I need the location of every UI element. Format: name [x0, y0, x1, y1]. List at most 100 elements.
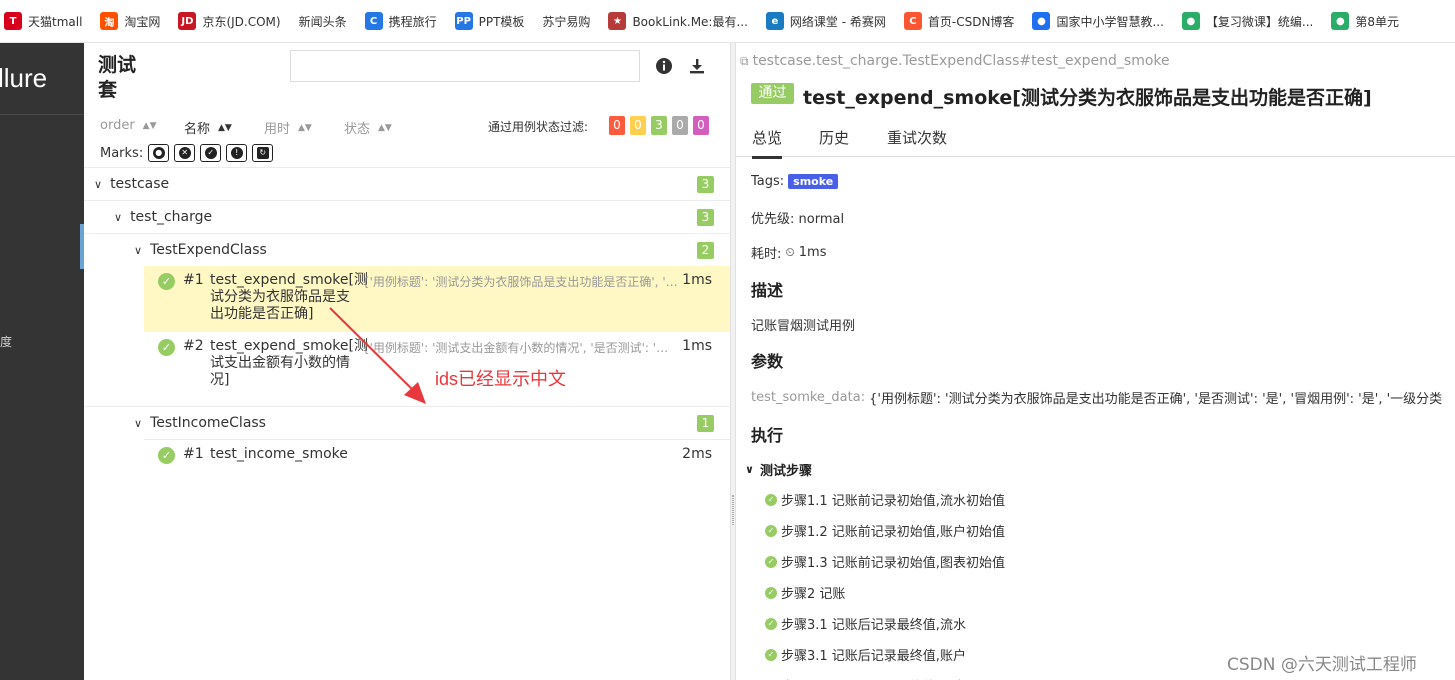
duration-value: 1ms: [798, 245, 827, 260]
bookmark-item[interactable]: 新闻头条: [299, 12, 347, 30]
execution-heading: 执行: [751, 426, 784, 445]
passed-check-icon: ✓: [158, 447, 175, 464]
tab-overview[interactable]: 总览: [752, 127, 783, 159]
step-item[interactable]: ✓步骤3.1 记账后记录最终值,图表: [765, 676, 966, 680]
wechat-icon: ●: [1181, 12, 1200, 30]
breadcrumb[interactable]: ⧉ testcase.test_charge.TestExpendClass#t…: [740, 53, 1170, 69]
passed-check-icon: ✓: [765, 617, 777, 630]
step-item[interactable]: ✓ 步骤2 记账: [765, 583, 845, 602]
suite-tree-panel: 测试套 order ▲▼ 名称 ▲▼ 用时 ▲▼ 状态 ▲▼ 通过用例状态过滤: 0 0…: [84, 43, 730, 680]
steps-section-toggle[interactable]: ∨ 测试步骤: [745, 460, 812, 479]
step-label: 步骤3.1 记账后记录最终值,流水: [781, 618, 966, 633]
case-number: #1: [183, 446, 204, 462]
parameters-heading: 参数: [751, 352, 784, 371]
passed-check-icon: ✓: [765, 648, 777, 661]
step-item[interactable]: ✓ 步骤3.1 记账后记录最终值,账户: [765, 645, 966, 664]
clock-icon: ⏲: [785, 245, 795, 259]
bookmark-item[interactable]: 淘淘宝网: [100, 12, 160, 30]
booklink-icon: ★: [608, 12, 627, 30]
bookmarks-bar: T 天猫tmall 淘淘宝网 JD 京东(JD.COM) 新闻头条 C 携程旅行 PP PPT模板…: [0, 0, 1455, 43]
bookmark-item[interactable]: 苏宁易购: [542, 12, 590, 30]
sidebar-divider: [0, 114, 84, 115]
tab-history[interactable]: 历史: [819, 127, 849, 156]
bookmark-label: 第8单元: [1355, 14, 1399, 29]
chevron-down-icon: ∨: [745, 463, 754, 476]
csdn-icon: C: [903, 12, 922, 30]
brand-logo: llure: [0, 63, 48, 93]
tag-badge: smoke: [788, 174, 839, 189]
priority-text: 优先级: normal: [751, 212, 845, 227]
bookmark-item[interactable]: ★ BookLink.Me:最有...: [608, 12, 748, 30]
edu-icon: ●: [1032, 12, 1051, 30]
step-label: 步骤3.1 记账后记录最终值,账户: [781, 649, 966, 664]
detail-tabs: 总览 历史 重试次数: [736, 123, 1455, 159]
csai-icon: e: [765, 12, 784, 30]
tab-retries[interactable]: 重试次数: [887, 127, 947, 156]
tags-row: Tags: smoke: [751, 174, 839, 189]
case-name: test_income_smoke: [210, 446, 348, 462]
splitter-grip-icon[interactable]: [732, 495, 734, 525]
status-badge: 通过: [751, 83, 794, 104]
bookmark-label: 国家中小学智慧教...: [1056, 14, 1164, 29]
bookmark-label: 淘宝网: [124, 14, 161, 29]
test-title: test_expend_smoke[测试分类为衣服饰品是支出功能是否正确]: [803, 87, 1372, 109]
bookmark-item[interactable]: e 网络课堂 - 希赛网: [765, 12, 886, 30]
passed-check-icon: ✓: [765, 555, 777, 568]
step-item[interactable]: ✓ 步骤3.1 记账后记录最终值,流水: [765, 614, 966, 633]
bookmark-label: 网络课堂 - 希赛网: [789, 14, 886, 29]
taobao-icon: 淘: [100, 12, 119, 30]
ctrip-icon: C: [364, 12, 383, 30]
annotation-text: ids已经显示中文: [435, 369, 567, 389]
bookmark-label: 携程旅行: [388, 14, 437, 29]
step-label: 步骤1.3 记账前记录初始值,图表初始值: [781, 556, 1005, 571]
sidebar: llure 度: [0, 43, 84, 680]
breadcrumb-text: testcase.test_charge.TestExpendClass#tes…: [752, 53, 1170, 69]
test-detail-panel: ⧉ testcase.test_charge.TestExpendClass#t…: [736, 43, 1455, 680]
parameter-key: test_somke_data:: [751, 390, 866, 405]
step-item[interactable]: ✓ 步骤1.2 记账前记录初始值,账户初始值: [765, 521, 1005, 540]
duration-label: 耗时:: [751, 247, 782, 262]
watermark: CSDN @六天测试工程师: [1227, 655, 1417, 675]
step-label: 步骤1.1 记账前记录初始值,流水初始值: [781, 494, 1005, 509]
passed-check-icon: ✓: [765, 586, 777, 599]
bookmark-item[interactable]: JD 京东(JD.COM): [178, 12, 281, 30]
bookmark-label: 首页-CSDN博客: [927, 14, 1015, 29]
step-label: 步骤1.2 记账前记录初始值,账户初始值: [781, 525, 1005, 540]
parameter-row: test_somke_data: {'用例标题': '测试分类为衣服饰品是支出功…: [751, 388, 1442, 407]
tags-label: Tags:: [751, 174, 785, 189]
step-item[interactable]: ✓ 步骤1.1 记账前记录初始值,流水初始值: [765, 490, 1005, 509]
case-duration: 2ms: [682, 446, 712, 462]
bookmark-item[interactable]: C 首页-CSDN博客: [903, 12, 1015, 30]
annotation-arrow-icon: [329, 307, 426, 404]
copy-icon[interactable]: ⧉: [740, 54, 749, 69]
duration-row: 耗时: ⏲ 1ms: [751, 243, 826, 262]
passed-check-icon: ✓: [765, 493, 777, 506]
test-case-row[interactable]: ✓ #1 test_income_smoke 2ms: [144, 439, 730, 471]
step-item[interactable]: ✓ 步骤1.3 记账前记录初始值,图表初始值: [765, 552, 1005, 571]
parameter-value: {'用例标题': '测试分类为衣服饰品是支出功能是否正确', '是否测试': '…: [869, 392, 1443, 407]
bookmark-item[interactable]: PP PPT模板: [454, 12, 525, 30]
bookmark-label: 新闻头条: [298, 14, 347, 29]
bookmark-label: BookLink.Me:最有...: [632, 14, 748, 29]
description-heading: 描述: [751, 281, 784, 300]
bookmark-label: 天猫tmall: [28, 14, 83, 29]
bookmark-label: 【复习微课】统编...: [1205, 14, 1314, 29]
jd-icon: JD: [178, 12, 197, 30]
bookmark-item[interactable]: ● 第8单元: [1331, 12, 1399, 30]
description-text: 记账冒烟测试用例: [751, 319, 856, 334]
bookmark-item[interactable]: C 携程旅行: [364, 12, 437, 30]
step-label: 步骤3.1 记账后记录最终值,图表: [781, 676, 966, 680]
sidebar-item-2[interactable]: 度: [0, 333, 12, 350]
bookmark-label: PPT模板: [478, 14, 525, 29]
bookmark-item[interactable]: ● 国家中小学智慧教...: [1032, 12, 1164, 30]
bookmark-item[interactable]: ● 【复习微课】统编...: [1181, 12, 1314, 30]
step-label: 步骤2 记账: [781, 587, 846, 602]
steps-heading: 测试步骤: [759, 464, 812, 479]
bookmark-item[interactable]: T 天猫tmall: [4, 12, 82, 30]
ppt-icon: PP: [454, 12, 473, 30]
bookmark-label: 苏宁易购: [542, 14, 591, 29]
bookmark-label: 京东(JD.COM): [202, 14, 281, 29]
tmall-icon: T: [4, 12, 22, 30]
wechat-icon-2: ●: [1331, 12, 1350, 30]
passed-check-icon: ✓: [765, 524, 777, 537]
